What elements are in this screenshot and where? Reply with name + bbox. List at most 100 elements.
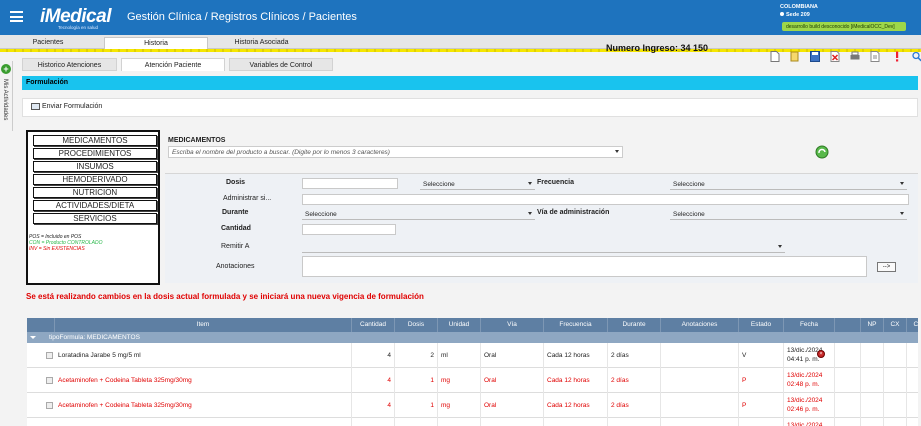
- cell-cx: [884, 368, 907, 393]
- via-select[interactable]: Seleccione: [670, 209, 907, 220]
- cell-fecha-date: 13/dic./2024: [787, 397, 823, 404]
- cell-dosis: 1: [395, 393, 438, 418]
- top-bar: iMedical Tecnología en salud Gestión Clí…: [0, 0, 921, 35]
- category-procedimientos[interactable]: PROCEDIMIENTOS: [33, 148, 157, 159]
- cell-via: Oral: [481, 393, 544, 418]
- anotaciones-input[interactable]: [302, 256, 867, 277]
- cell-cx2: [907, 368, 918, 393]
- col-action[interactable]: [835, 318, 861, 332]
- administrar-input[interactable]: [302, 194, 909, 205]
- cell-fecha-date: 13/dic./2024: [787, 372, 823, 379]
- category-hemoderivado[interactable]: HEMODERIVADO: [33, 174, 157, 185]
- caret-down-icon[interactable]: [30, 336, 36, 339]
- col-durante[interactable]: Durante: [608, 318, 661, 332]
- export-icon[interactable]: [870, 51, 880, 62]
- cell-np: [861, 368, 884, 393]
- cell-np: [861, 393, 884, 418]
- formulation-table: Item Cantidad Dosis Unidad Vía Frecuenci…: [27, 318, 918, 426]
- group-row[interactable]: tipoFormula: MEDICAMENTOS: [27, 332, 918, 343]
- admission-number: Numero Ingreso: 34 150: [606, 43, 709, 53]
- add-item-button[interactable]: -->: [877, 262, 896, 272]
- cell-item: [55, 418, 352, 426]
- col-cx[interactable]: CX: [884, 318, 907, 332]
- row-checkbox[interactable]: [46, 352, 53, 359]
- col-cantidad[interactable]: Cantidad: [352, 318, 395, 332]
- dosis-input[interactable]: [302, 178, 398, 189]
- cell-cx2: [907, 343, 918, 368]
- category-medicamentos[interactable]: MEDICAMENTOS: [33, 135, 157, 146]
- alert-icon[interactable]: [892, 51, 902, 62]
- col-dosis[interactable]: Dosis: [395, 318, 438, 332]
- group-label: tipoFormula: MEDICAMENTOS: [49, 334, 140, 341]
- cell-estado: P: [739, 393, 784, 418]
- durante-value: Seleccione: [305, 211, 337, 218]
- cell-estado: P: [739, 368, 784, 393]
- tab-pacientes[interactable]: Pacientes: [8, 37, 88, 49]
- administrar-label: Administrar si...: [223, 195, 272, 202]
- frecuencia-select[interactable]: Seleccione: [670, 179, 907, 190]
- chevron-down-icon[interactable]: [615, 150, 619, 153]
- col-via[interactable]: Vía: [481, 318, 544, 332]
- category-panel: MEDICAMENTOS PROCEDIMIENTOS INSUMOS HEMO…: [26, 130, 160, 285]
- col-estado[interactable]: Estado: [739, 318, 784, 332]
- table-row[interactable]: Loratadina Jarabe 5 mg/5 ml 4 2 ml Oral Cada …: [27, 343, 918, 368]
- cell-fecha-date: 13/dic./2024: [787, 422, 823, 426]
- plus-icon[interactable]: +: [1, 64, 11, 74]
- cell-anotaciones: [661, 393, 739, 418]
- cell-fecha-time: 04:41 p. m.: [787, 356, 820, 363]
- cancel-icon[interactable]: [830, 51, 840, 62]
- durante-select[interactable]: Seleccione: [302, 209, 535, 220]
- table-row[interactable]: Acetaminofen + Codeina Tableta 325mg/30m…: [27, 393, 918, 418]
- dosis-unit-select[interactable]: Seleccione: [420, 179, 535, 190]
- save-icon[interactable]: [810, 51, 820, 62]
- section-header: Formulación: [22, 76, 918, 90]
- chevron-down-icon: [900, 182, 904, 185]
- dosis-unit-value: Seleccione: [423, 181, 455, 188]
- site-label[interactable]: Sede 209: [780, 12, 810, 18]
- cell-frecuencia: Cada 12 horas: [544, 343, 608, 368]
- col-np[interactable]: NP: [861, 318, 884, 332]
- tab-historia[interactable]: Historia: [104, 37, 208, 49]
- col-item[interactable]: Item: [55, 318, 352, 332]
- new-document-icon[interactable]: [770, 51, 780, 62]
- copy-icon[interactable]: [790, 51, 800, 62]
- row-checkbox[interactable]: [46, 377, 53, 384]
- col-anotaciones[interactable]: Anotaciones: [661, 318, 739, 332]
- menu-icon[interactable]: [10, 11, 23, 22]
- tab-atencion-paciente[interactable]: Atención Paciente: [121, 58, 225, 71]
- cell-durante: 2 días: [608, 343, 661, 368]
- col-fecha[interactable]: Fecha: [784, 318, 835, 332]
- tab-historia-asociada[interactable]: Historia Asociada: [214, 37, 309, 49]
- side-panel-label[interactable]: Mis Actividades: [2, 79, 8, 120]
- cantidad-input[interactable]: [302, 224, 396, 235]
- side-panel[interactable]: + Mis Actividades: [0, 61, 13, 131]
- chevron-down-icon: [778, 245, 782, 248]
- table-row[interactable]: 13/dic./2024: [27, 418, 918, 426]
- print-icon[interactable]: [850, 51, 860, 62]
- category-servicios[interactable]: SERVICIOS: [33, 213, 157, 224]
- col-cx-2[interactable]: CX: [907, 318, 918, 332]
- col-select[interactable]: [27, 318, 55, 332]
- search-icon[interactable]: [912, 51, 921, 62]
- medication-refresh-icon[interactable]: [815, 145, 829, 159]
- medication-search-input[interactable]: Escriba el nombre del producto a buscar.…: [168, 146, 623, 158]
- tab-variables-control[interactable]: Variables de Control: [229, 58, 333, 71]
- delete-icon[interactable]: ×: [817, 350, 825, 358]
- row-checkbox[interactable]: [46, 402, 53, 409]
- table-row[interactable]: Acetaminofen + Codeina Tableta 325mg/30m…: [27, 368, 918, 393]
- col-frecuencia[interactable]: Frecuencia: [544, 318, 608, 332]
- col-unidad[interactable]: Unidad: [438, 318, 481, 332]
- build-badge: desarrollo build desconocido [iMedicalOC…: [782, 22, 906, 31]
- send-formulation-button[interactable]: Enviar Formulación: [31, 103, 102, 110]
- remitir-select[interactable]: [302, 242, 785, 253]
- cell-item: Acetaminofen + Codeina Tableta 325mg/30m…: [55, 393, 352, 418]
- category-actividades-dieta[interactable]: ACTIVIDADES/DIETA: [33, 200, 157, 211]
- tab-historico-atenciones[interactable]: Historico Atenciones: [22, 58, 117, 71]
- cell-unidad: mg: [438, 368, 481, 393]
- cell-frecuencia: Cada 12 horas: [544, 368, 608, 393]
- category-nutricion[interactable]: NUTRICION: [33, 187, 157, 198]
- table-header: Item Cantidad Dosis Unidad Vía Frecuenci…: [27, 318, 918, 332]
- action-bar: Enviar Formulación: [22, 98, 918, 117]
- category-insumos[interactable]: INSUMOS: [33, 161, 157, 172]
- cell-cx: [884, 418, 907, 426]
